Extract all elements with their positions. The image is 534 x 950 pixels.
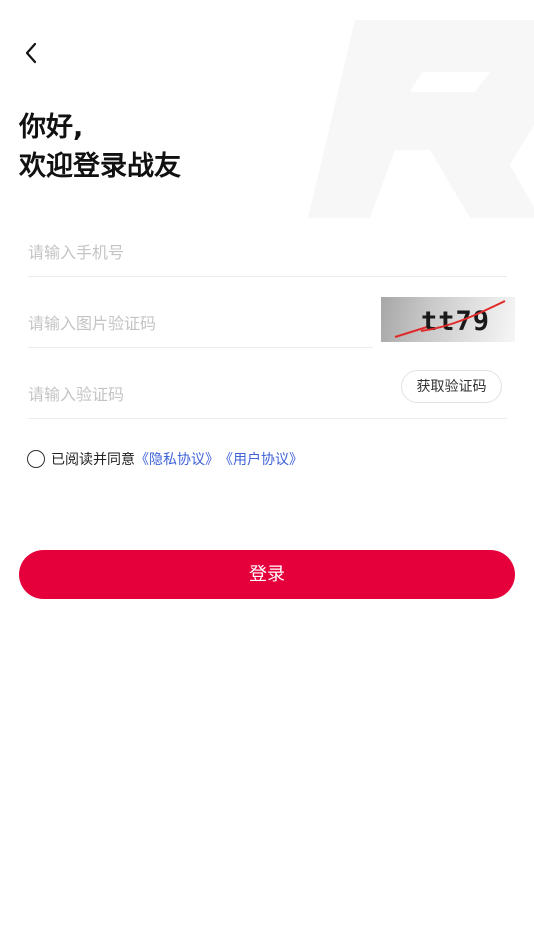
- phone-input[interactable]: [28, 228, 507, 276]
- phone-field: [28, 228, 507, 277]
- captcha-field: [28, 299, 373, 348]
- get-code-button[interactable]: 获取验证码: [401, 370, 502, 403]
- verify-code-input[interactable]: [28, 370, 388, 418]
- r-logo-watermark-icon: [308, 20, 534, 218]
- captcha-graphic: tt79: [394, 300, 506, 338]
- greeting-line-1: 你好,: [19, 112, 84, 143]
- greeting-line-2: 欢迎登录战友: [19, 151, 181, 182]
- captcha-input[interactable]: [28, 299, 373, 347]
- captcha-text: tt79: [421, 306, 490, 337]
- agreement-row: 已阅读并同意 《隐私协议》 《用户协议》: [27, 448, 303, 469]
- captcha-image[interactable]: tt79: [381, 297, 515, 342]
- agreement-radio[interactable]: [27, 449, 45, 468]
- agreement-text: 已阅读并同意: [51, 451, 135, 468]
- back-button[interactable]: [18, 38, 48, 68]
- user-agreement-link[interactable]: 《用户协议》: [219, 449, 303, 469]
- back-chevron-icon: [25, 42, 37, 64]
- login-button[interactable]: 登录: [19, 550, 515, 599]
- greeting-title: 你好, 欢迎登录战友: [19, 108, 181, 186]
- privacy-policy-link[interactable]: 《隐私协议》: [135, 449, 219, 469]
